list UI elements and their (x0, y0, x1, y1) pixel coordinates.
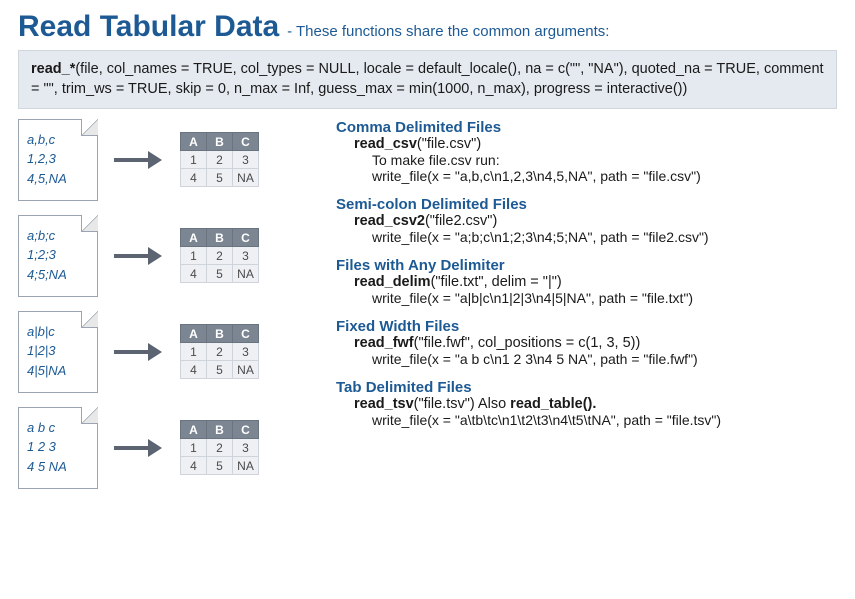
table-cell: 4 (181, 361, 207, 379)
table-cell: 5 (207, 457, 233, 475)
table-header: B (207, 229, 233, 247)
example-row: a;b;c1;2;34;5;NA ABC 123 45NA (18, 215, 318, 297)
description-block: Comma Delimited Filesread_csv("file.csv"… (336, 119, 837, 184)
description-block: Fixed Width Filesread_fwf("file.fwf", co… (336, 318, 837, 367)
block-title: Tab Delimited Files (336, 379, 837, 396)
example-row: a|b|c1|2|34|5|NA ABC 123 45NA (18, 311, 318, 393)
write-call: write_file(x = "a\tb\tc\n1\t2\t3\n4\t5\t… (336, 412, 837, 428)
table-header: A (181, 229, 207, 247)
table-cell: NA (233, 361, 259, 379)
example-row: a b c1 2 34 5 NA ABC 123 45NA (18, 407, 318, 489)
table-header: B (207, 133, 233, 151)
table-header: C (233, 229, 259, 247)
block-title: Fixed Width Files (336, 318, 837, 335)
table-cell: 5 (207, 169, 233, 187)
write-call: write_file(x = "a|b|c\n1|2|3\n4|5|NA", p… (336, 290, 837, 306)
table-cell: 4 (181, 169, 207, 187)
example-row: a,b,c1,2,34,5,NA ABC 123 45NA (18, 119, 318, 201)
table-cell: 2 (207, 151, 233, 169)
description-block: Tab Delimited Filesread_tsv("file.tsv") … (336, 379, 837, 428)
write-call: write_file(x = "a;b;c\n1;2;3\n4;5;NA", p… (336, 229, 837, 245)
table-header: B (207, 421, 233, 439)
table-cell: NA (233, 265, 259, 283)
file-icon: a,b,c1,2,34,5,NA (18, 119, 98, 201)
table-cell: 3 (233, 343, 259, 361)
table-header: A (181, 133, 207, 151)
note-text: To make file.csv run: (336, 152, 837, 168)
function-signature-box: read_*(file, col_names = TRUE, col_types… (18, 50, 837, 109)
table-header: A (181, 421, 207, 439)
function-call: read_csv("file.csv") (336, 136, 837, 152)
table-cell: 2 (207, 439, 233, 457)
file-icon: a|b|c1|2|34|5|NA (18, 311, 98, 393)
result-table: ABC 123 45NA (180, 228, 259, 283)
table-cell: 1 (181, 439, 207, 457)
table-cell: 1 (181, 151, 207, 169)
block-title: Comma Delimited Files (336, 119, 837, 136)
content-row: a,b,c1,2,34,5,NAABC12345NAa;b;c1;2;34;5;… (18, 119, 837, 503)
file-line: 4 5 NA (27, 457, 89, 477)
table-cell: 2 (207, 247, 233, 265)
table-cell: 3 (233, 151, 259, 169)
arrow-icon (114, 250, 164, 262)
result-table: ABC 123 45NA (180, 132, 259, 187)
description-block: Files with Any Delimiterread_delim("file… (336, 257, 837, 306)
file-line: 1;2;3 (27, 245, 89, 265)
table-cell: 3 (233, 247, 259, 265)
descriptions-column: Comma Delimited Filesread_csv("file.csv"… (336, 119, 837, 440)
file-line: a|b|c (27, 322, 89, 342)
write-call: write_file(x = "a b c\n1 2 3\n4 5 NA", p… (336, 351, 837, 367)
page-title: Read Tabular Data (18, 10, 279, 43)
table-cell: 1 (181, 247, 207, 265)
table-cell: 2 (207, 343, 233, 361)
file-icon: a b c1 2 34 5 NA (18, 407, 98, 489)
function-call: read_csv2("file2.csv") (336, 213, 837, 229)
file-line: 1 2 3 (27, 437, 89, 457)
signature-prefix: read_* (31, 61, 75, 77)
table-cell: 5 (207, 361, 233, 379)
write-call: write_file(x = "a,b,c\n1,2,3\n4,5,NA", p… (336, 168, 837, 184)
function-call: read_delim("file.txt", delim = "|") (336, 274, 837, 290)
table-header: B (207, 325, 233, 343)
table-header: C (233, 133, 259, 151)
block-title: Files with Any Delimiter (336, 257, 837, 274)
result-table: ABC 123 45NA (180, 420, 259, 475)
table-cell: 3 (233, 439, 259, 457)
file-line: a,b,c (27, 130, 89, 150)
examples-column: a,b,c1,2,34,5,NAABC12345NAa;b;c1;2;34;5;… (18, 119, 318, 503)
file-line: 4,5,NA (27, 169, 89, 189)
page-subtitle: - These functions share the common argum… (287, 23, 609, 40)
result-table: ABC 123 45NA (180, 324, 259, 379)
table-cell: NA (233, 457, 259, 475)
table-header: C (233, 421, 259, 439)
file-line: 4|5|NA (27, 361, 89, 381)
table-cell: 4 (181, 457, 207, 475)
file-line: 1|2|3 (27, 341, 89, 361)
table-cell: 5 (207, 265, 233, 283)
signature-args: (file, col_names = TRUE, col_types = NUL… (31, 61, 824, 97)
file-line: a b c (27, 418, 89, 438)
page-heading: Read Tabular Data - These functions shar… (18, 10, 837, 44)
table-cell: NA (233, 169, 259, 187)
block-title: Semi-colon Delimited Files (336, 196, 837, 213)
file-icon: a;b;c1;2;34;5;NA (18, 215, 98, 297)
description-block: Semi-colon Delimited Filesread_csv2("fil… (336, 196, 837, 245)
file-line: a;b;c (27, 226, 89, 246)
table-header: A (181, 325, 207, 343)
table-cell: 4 (181, 265, 207, 283)
file-line: 4;5;NA (27, 265, 89, 285)
table-header: C (233, 325, 259, 343)
function-call: read_tsv("file.tsv") Also read_table(). (336, 396, 837, 412)
table-cell: 1 (181, 343, 207, 361)
function-call: read_fwf("file.fwf", col_positions = c(1… (336, 335, 837, 351)
arrow-icon (114, 346, 164, 358)
arrow-icon (114, 442, 164, 454)
arrow-icon (114, 154, 164, 166)
file-line: 1,2,3 (27, 149, 89, 169)
